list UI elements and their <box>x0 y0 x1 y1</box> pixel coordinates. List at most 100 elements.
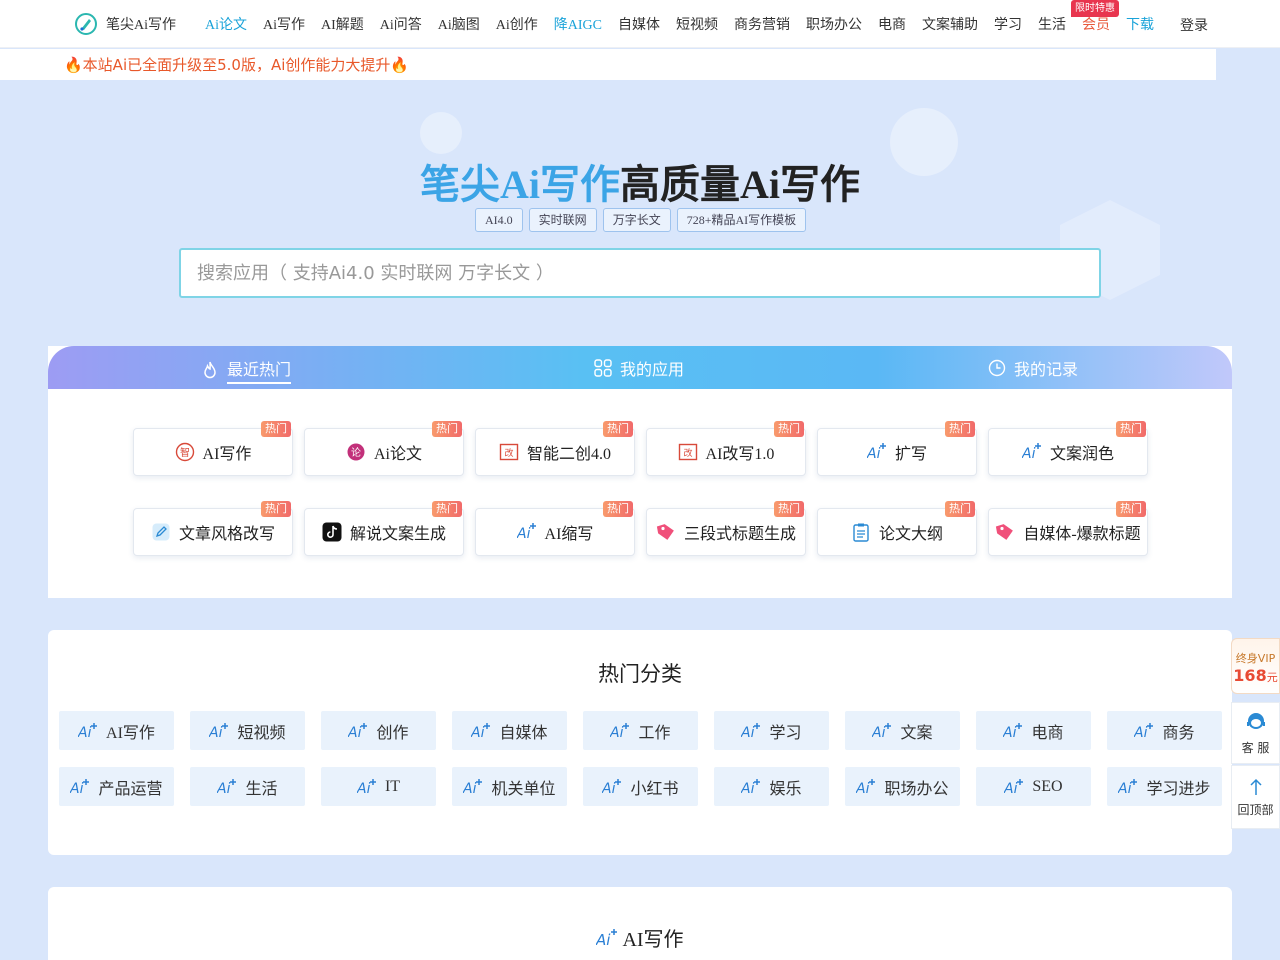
ai-sparkle-icon: Ai <box>856 778 876 796</box>
hot-badge: 热门 <box>432 421 462 437</box>
nav-study[interactable]: 学习 <box>994 14 1022 34</box>
nav-download[interactable]: 下载 <box>1126 14 1154 34</box>
ai-sparkle-icon: Ai <box>78 722 98 740</box>
category-item[interactable]: Ai SEO <box>976 767 1091 806</box>
tab-recent-hot[interactable]: 最近热门 <box>201 356 292 384</box>
hot-categories-panel: 热门分类 Ai AI写作 Ai 短视频 Ai 创作 Ai 自媒体 Ai 工作 Ai 学习 Ai 文案 Ai 电… <box>48 630 1232 855</box>
apps-grid-icon <box>594 359 612 377</box>
app-label: 自媒体-爆款标题 <box>1023 526 1141 543</box>
svg-text:Ai: Ai <box>867 446 881 462</box>
app-card-abbreviate[interactable]: Ai AI缩写 热门 <box>475 501 635 556</box>
category-item[interactable]: Ai 自媒体 <box>452 711 567 750</box>
app-label: 三段式标题生成 <box>683 526 796 543</box>
svg-text:Ai: Ai <box>602 781 616 796</box>
svg-text:Ai: Ai <box>348 725 362 740</box>
nav-ai-qa[interactable]: Ai问答 <box>380 14 422 34</box>
category-item[interactable]: Ai 文案 <box>845 711 960 750</box>
nav-marketing[interactable]: 商务营销 <box>734 14 790 34</box>
category-item[interactable]: Ai 学习 <box>714 711 829 750</box>
nav-self-media[interactable]: 自媒体 <box>618 14 660 34</box>
nav-ai-mindmap[interactable]: Ai脑图 <box>438 14 480 34</box>
app-card-smart-rewrite[interactable]: 改 智能二创4.0 热门 <box>475 421 635 476</box>
clock-icon <box>988 359 1006 377</box>
nav-reduce-aigc[interactable]: 降AIGC <box>554 14 602 34</box>
svg-text:Ai: Ai <box>471 725 485 740</box>
category-item[interactable]: Ai IT <box>321 767 436 806</box>
nav-office[interactable]: 职场办公 <box>806 14 862 34</box>
tab-my-apps[interactable]: 我的应用 <box>594 356 684 380</box>
app-card-ai-paper[interactable]: 论 Ai论文 热门 <box>304 421 464 476</box>
app-card-outline[interactable]: 论文大纲 热门 <box>817 501 977 556</box>
nav-short-video[interactable]: 短视频 <box>676 14 718 34</box>
nav-ai-solve[interactable]: AI解题 <box>321 14 364 34</box>
hot-badge: 热门 <box>1116 421 1146 437</box>
category-label: 产品运营 <box>98 780 163 798</box>
back-to-top-button[interactable]: 回顶部 <box>1231 765 1280 829</box>
feature-tag: 万字长文 <box>602 208 671 232</box>
category-item[interactable]: Ai 短视频 <box>190 711 305 750</box>
app-label: Ai论文 <box>373 446 422 463</box>
nav-copywriting[interactable]: 文案辅助 <box>922 14 978 34</box>
paper-icon: 论 <box>347 443 365 461</box>
nav-ai-write[interactable]: Ai写作 <box>263 14 305 34</box>
category-item[interactable]: Ai 娱乐 <box>714 767 829 806</box>
category-item[interactable]: Ai 小红书 <box>583 767 698 806</box>
hot-badge: 热门 <box>603 421 633 437</box>
tab-my-records[interactable]: 我的记录 <box>988 356 1078 380</box>
tab-label: 最近热门 <box>227 356 292 384</box>
tag-icon <box>996 524 1014 540</box>
app-label: AI改写1.0 <box>705 446 775 463</box>
nav-vip[interactable]: 会员 <box>1082 14 1110 34</box>
hot-badge: 热门 <box>432 501 462 517</box>
svg-text:改: 改 <box>683 447 692 459</box>
svg-text:Ai: Ai <box>1118 781 1132 796</box>
ai-sparkle-icon: Ai <box>1022 443 1041 462</box>
category-label: SEO <box>1032 777 1063 795</box>
svg-text:论: 论 <box>351 446 361 459</box>
ai-sparkle-icon: Ai <box>348 722 368 740</box>
app-card-viral-title[interactable]: 自媒体-爆款标题 热门 <box>988 501 1148 556</box>
nav-ecommerce[interactable]: 电商 <box>878 14 906 34</box>
nav-ai-paper[interactable]: Ai论文 <box>205 14 247 34</box>
nav-ai-create[interactable]: Ai创作 <box>496 14 538 34</box>
ai-sparkle-icon: Ai <box>741 722 761 740</box>
app-card-headline-three[interactable]: 三段式标题生成 热门 <box>646 501 806 556</box>
category-item[interactable]: Ai 产品运营 <box>59 767 174 806</box>
app-card-polish[interactable]: Ai 文案润色 热门 <box>988 421 1148 476</box>
app-card-expand[interactable]: Ai 扩写 热门 <box>817 421 977 476</box>
site-logo[interactable]: 笔尖Ai写作 <box>74 12 176 36</box>
category-item[interactable]: Ai 生活 <box>190 767 305 806</box>
ai-sparkle-icon: Ai <box>1004 778 1024 796</box>
ai-sparkle-icon: Ai <box>1134 722 1154 740</box>
ai-sparkle-icon: Ai <box>517 523 536 542</box>
category-item[interactable]: Ai 工作 <box>583 711 698 750</box>
category-item[interactable]: Ai 商务 <box>1107 711 1222 750</box>
customer-service-button[interactable]: 客 服 <box>1231 702 1280 764</box>
category-item[interactable]: Ai AI写作 <box>59 711 174 750</box>
svg-text:Ai: Ai <box>209 725 223 740</box>
category-label: 自媒体 <box>499 724 548 742</box>
category-label: 文案 <box>900 724 933 742</box>
category-label: 生活 <box>245 780 278 798</box>
lifetime-vip-button[interactable]: 终身VIP 168元 <box>1231 638 1280 694</box>
hero-feature-tags: AI4.0 实时联网 万字长文 728+精品AI写作模板 <box>475 208 807 232</box>
category-item[interactable]: Ai 学习进步 <box>1107 767 1222 806</box>
login-link[interactable]: 登录 <box>1180 15 1208 35</box>
ai-write-section: Ai AI写作 <box>48 887 1232 960</box>
category-label: AI写作 <box>106 724 155 742</box>
category-item[interactable]: Ai 机关单位 <box>452 767 567 806</box>
app-search-input[interactable] <box>179 248 1101 298</box>
app-card-narration[interactable]: 解说文案生成 热门 <box>304 501 464 556</box>
hero-title: 笔尖Ai写作高质量Ai写作 <box>0 152 1280 210</box>
app-card-ai-rewrite[interactable]: 改 AI改写1.0 热门 <box>646 421 806 476</box>
category-item[interactable]: Ai 电商 <box>976 711 1091 750</box>
category-item[interactable]: Ai 职场办公 <box>845 767 960 806</box>
category-label: 电商 <box>1031 724 1064 742</box>
app-card-style-rewrite[interactable]: 文章风格改写 热门 <box>133 501 293 556</box>
ai-sparkle-icon: Ai <box>602 778 622 796</box>
app-card-ai-write[interactable]: 智 AI写作 热门 <box>133 421 293 476</box>
nav-life[interactable]: 生活 <box>1038 14 1066 34</box>
svg-text:Ai: Ai <box>357 781 371 796</box>
category-item[interactable]: Ai 创作 <box>321 711 436 750</box>
arrow-up-icon <box>1249 778 1262 795</box>
